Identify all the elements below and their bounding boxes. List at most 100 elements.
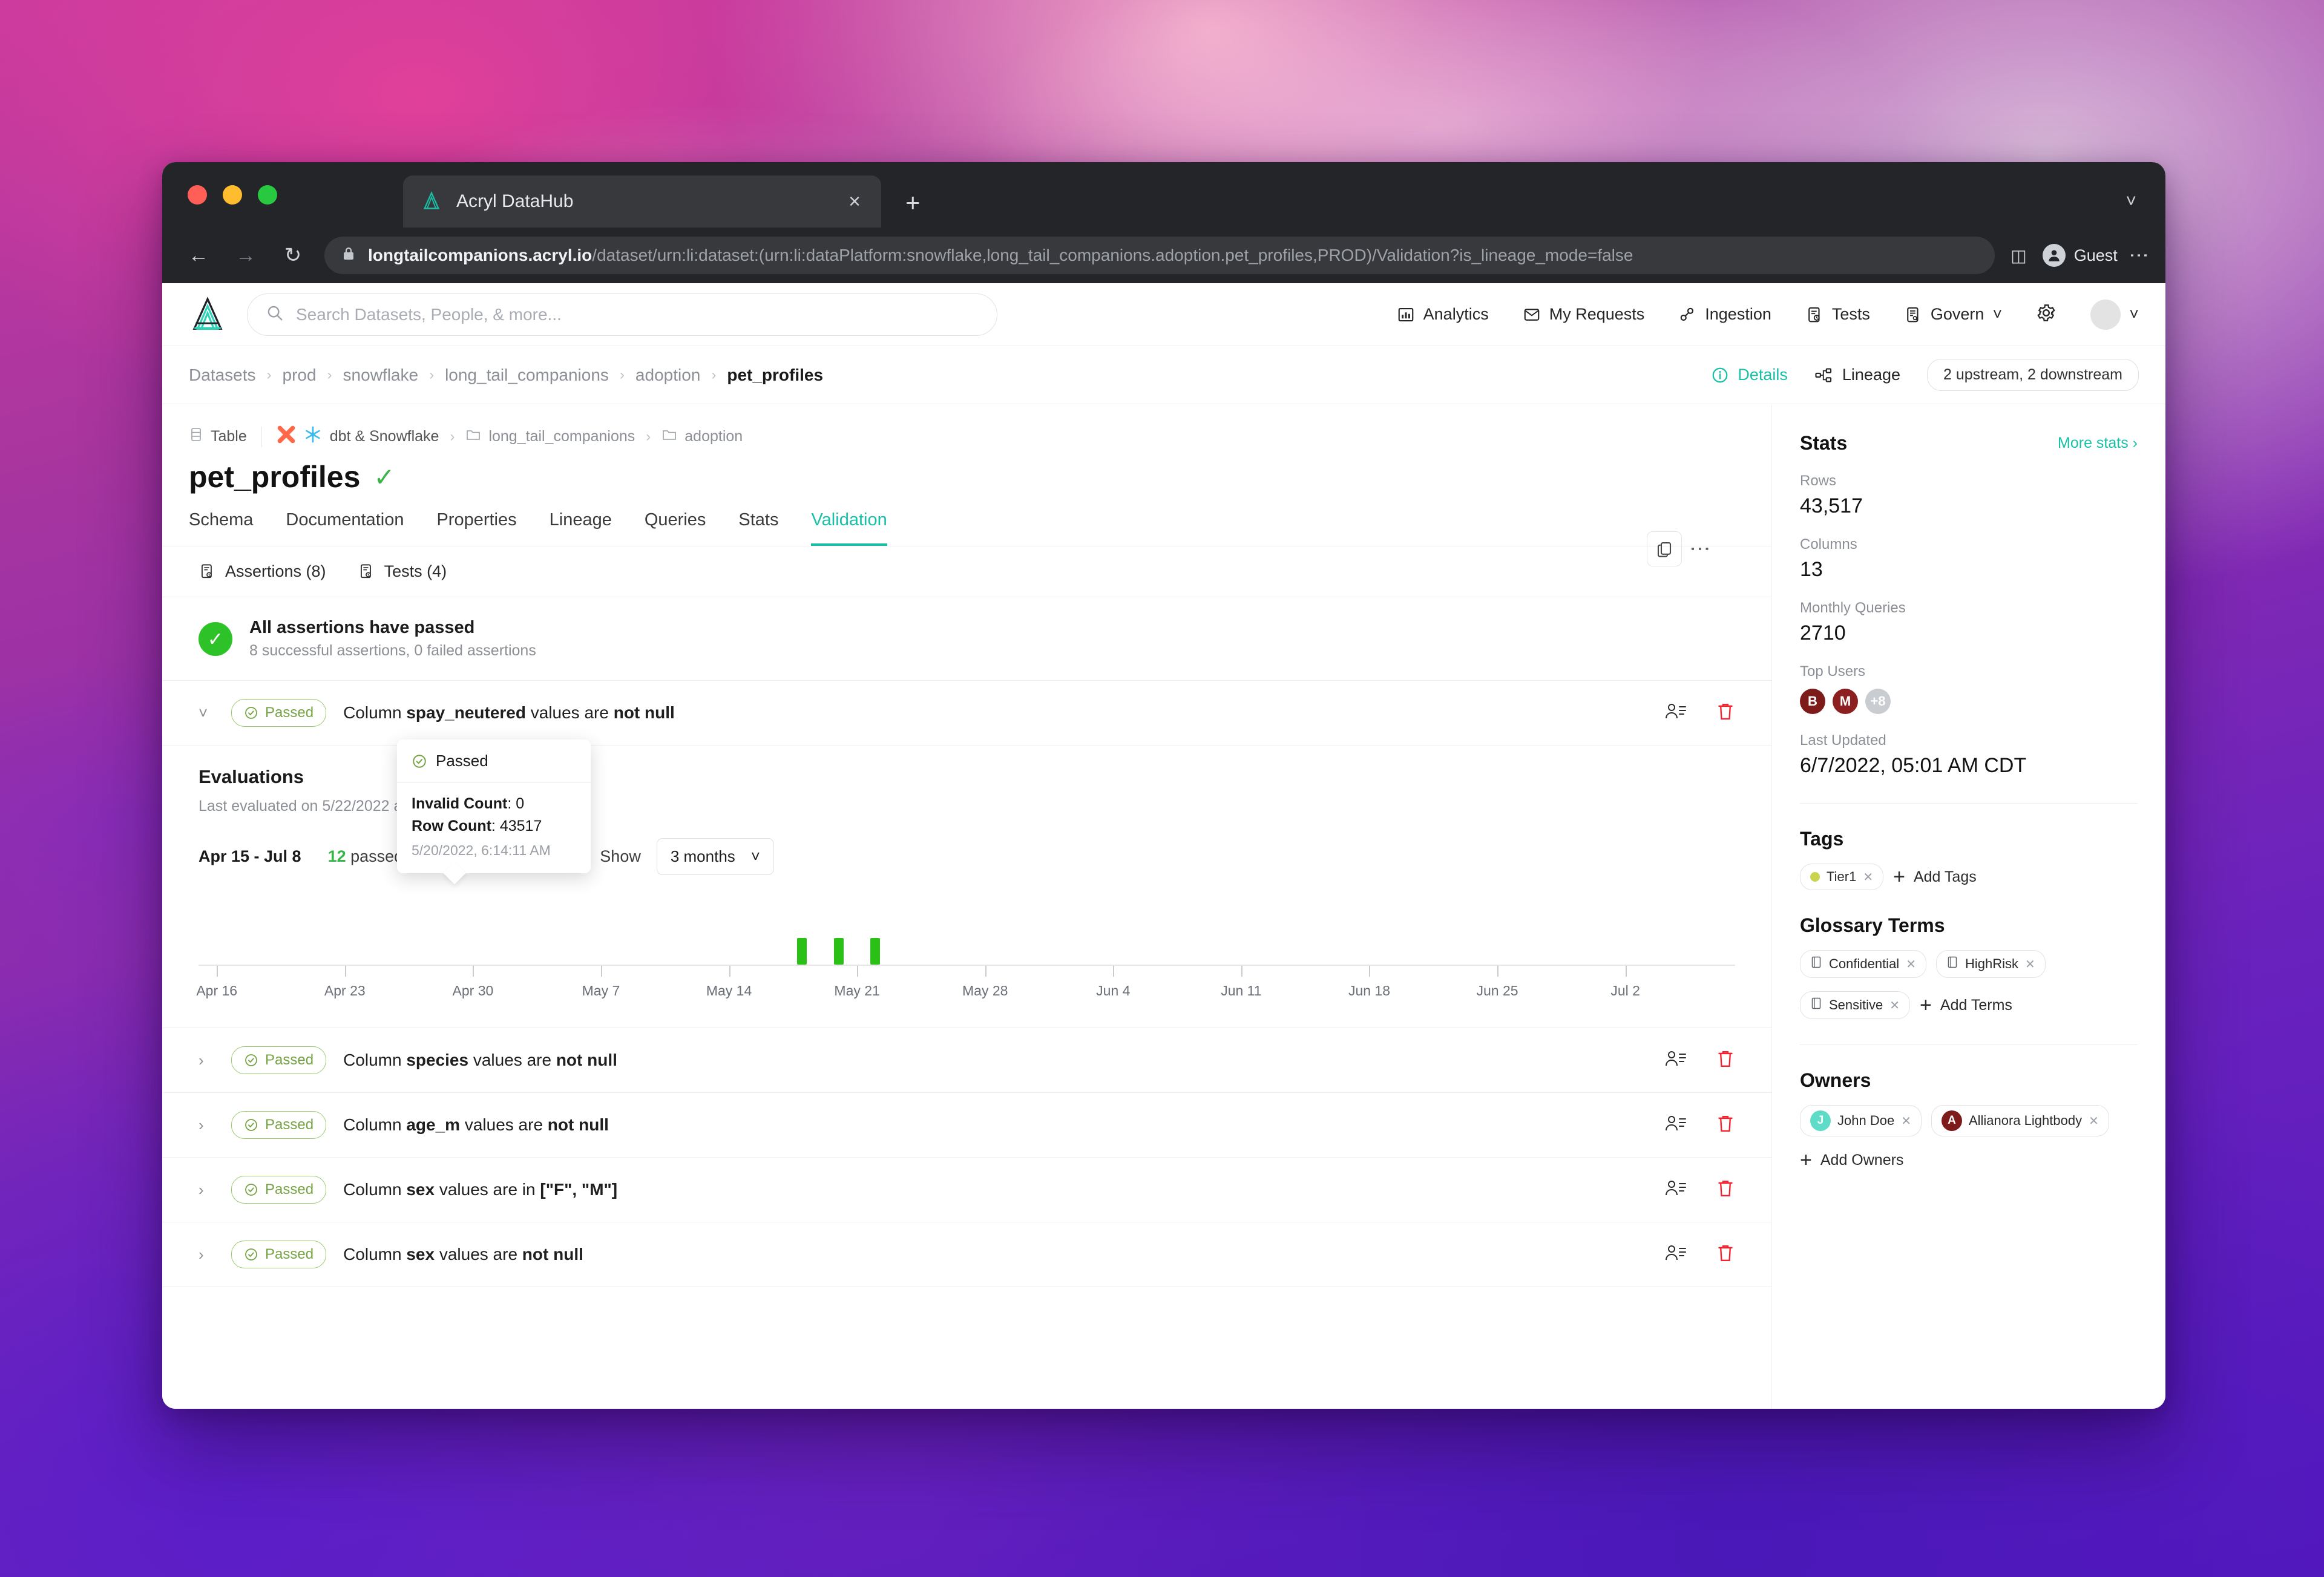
entity-container-2[interactable]: adoption (661, 427, 743, 446)
tab-validation[interactable]: Validation (811, 510, 887, 546)
tab-properties[interactable]: Properties (436, 510, 516, 546)
breadcrumb-item-snowflake[interactable]: snowflake (343, 366, 419, 385)
nav-item-govern[interactable]: Govern ˅ (1904, 305, 2002, 324)
forward-button[interactable]: → (230, 245, 261, 266)
timeline-tick-label: May 28 (962, 983, 1008, 998)
avatar[interactable]: B (1800, 689, 1825, 714)
lineage-view-button[interactable]: Lineage (1814, 366, 1900, 384)
term-chip[interactable]: HighRisk ✕ (1935, 950, 2046, 978)
remove-owner-icon[interactable]: ✕ (1901, 1113, 1911, 1129)
window-traffic-lights (188, 185, 277, 205)
table-row[interactable]: ˅ Passed Column spay_neutered values are… (162, 681, 1771, 746)
status-badge: Passed (231, 1241, 327, 1268)
maximize-window-button[interactable] (258, 185, 277, 205)
back-button[interactable]: ← (183, 245, 214, 266)
new-tab-button[interactable]: + (905, 190, 921, 215)
chevron-right-icon[interactable]: › (199, 1245, 214, 1264)
tag-chip[interactable]: Tier1 ✕ (1800, 864, 1884, 890)
reload-button[interactable]: ↻ (277, 245, 309, 266)
avatar-overflow[interactable]: +8 (1865, 689, 1891, 714)
table-row[interactable]: › Passed Column sex values are not null (162, 1222, 1771, 1287)
more-stats-link[interactable]: More stats › (2058, 434, 2138, 452)
breadcrumb-item-adoption[interactable]: adoption (635, 366, 700, 385)
range-select[interactable]: 3 months ˅ (656, 838, 774, 875)
tags-section: Tags Tier1 ✕ + Add Tags (1800, 828, 2138, 890)
avatar[interactable]: M (1833, 689, 1858, 714)
close-tab-icon[interactable]: × (844, 191, 865, 212)
remove-term-icon[interactable]: ✕ (1889, 998, 1900, 1013)
datahub-logo-icon[interactable] (189, 296, 226, 333)
run-assertion-icon[interactable] (1665, 1178, 1688, 1202)
owner-chip[interactable]: A Allianora Lightbody ✕ (1931, 1105, 2109, 1136)
remove-term-icon[interactable]: ✕ (2025, 957, 2035, 972)
term-chip[interactable]: Confidential ✕ (1800, 950, 1926, 978)
tab-queries[interactable]: Queries (645, 510, 706, 546)
tab-stats[interactable]: Stats (738, 510, 778, 546)
nav-item-ingestion[interactable]: Ingestion (1678, 305, 1771, 324)
entity-more-menu-icon[interactable]: ⋮ (1689, 539, 1712, 559)
delete-assertion-icon[interactable] (1716, 1113, 1735, 1137)
gear-icon[interactable] (2036, 303, 2056, 326)
delete-assertion-icon[interactable] (1716, 701, 1735, 725)
remove-owner-icon[interactable]: ✕ (2089, 1113, 2099, 1129)
subtab-tests[interactable]: Tests (4) (358, 562, 447, 581)
table-row[interactable]: › Passed Column species values are not n… (162, 1028, 1771, 1093)
chevron-right-icon[interactable]: › (199, 1116, 214, 1135)
nav-item-my-requests[interactable]: My Requests (1523, 305, 1645, 324)
assertion-mid: values are (468, 1051, 556, 1069)
table-row[interactable]: › Passed Column age_m values are not nul… (162, 1093, 1771, 1158)
table-row[interactable]: › Passed Column sex values are in ["F", … (162, 1158, 1771, 1222)
timeline-bar[interactable] (797, 938, 807, 965)
tab-lineage[interactable]: Lineage (550, 510, 612, 546)
timeline-bar[interactable] (833, 938, 844, 965)
entity-container-1[interactable]: long_tail_companions (465, 427, 635, 446)
add-owners-button[interactable]: + Add Owners (1800, 1150, 1903, 1170)
add-tags-button[interactable]: + Add Tags (1893, 867, 1977, 887)
user-avatar-menu[interactable]: ˅ (2090, 299, 2139, 330)
tab-schema[interactable]: Schema (189, 510, 253, 546)
subtab-assertions[interactable]: Assertions (8) (199, 562, 326, 581)
run-assertion-icon[interactable] (1665, 1243, 1688, 1267)
term-chip[interactable]: Sensitive ✕ (1800, 991, 1911, 1019)
delete-assertion-icon[interactable] (1716, 1049, 1735, 1072)
add-terms-button[interactable]: + Add Terms (1920, 995, 2012, 1015)
breadcrumb-item-prod[interactable]: prod (283, 366, 317, 385)
run-assertion-icon[interactable] (1665, 1113, 1688, 1137)
page-body: Table dbt & Snowflake › long_tail_compan… (162, 404, 2165, 1409)
minimize-window-button[interactable] (223, 185, 242, 205)
breadcrumb-item-long-tail-companions[interactable]: long_tail_companions (445, 366, 609, 385)
remove-term-icon[interactable]: ✕ (1906, 957, 1916, 972)
address-bar[interactable]: longtailcompanions.acryl.io/dataset/urn:… (324, 237, 1995, 274)
breadcrumb-item-pet-profiles[interactable]: pet_profiles (727, 366, 823, 385)
nav-item-tests[interactable]: Tests (1805, 305, 1870, 324)
breadcrumb-separator: › (266, 366, 272, 383)
run-assertion-icon[interactable] (1665, 1049, 1688, 1072)
profile-button[interactable]: Guest (2042, 244, 2118, 267)
nav-label: My Requests (1549, 305, 1645, 323)
chevron-down-icon[interactable]: ˅ (199, 704, 214, 723)
close-window-button[interactable] (188, 185, 207, 205)
chevron-right-icon[interactable]: › (199, 1051, 214, 1070)
nav-item-analytics[interactable]: Analytics (1397, 305, 1489, 324)
search-input[interactable]: Search Datasets, People, & more... (247, 293, 997, 336)
timeline-tick-label: May 14 (706, 983, 752, 998)
evaluations-timeline-chart[interactable]: Apr 16 Apr 23 Apr 30 May 7 May 14 May 21 May 2… (196, 897, 1735, 1012)
split-view-icon[interactable]: ◫ (2011, 246, 2026, 266)
delete-assertion-icon[interactable] (1716, 1178, 1735, 1202)
browser-menu-icon[interactable]: ⋮ (2129, 246, 2150, 265)
lineage-count-badge[interactable]: 2 upstream, 2 downstream (1927, 359, 2139, 391)
timeline-bar[interactable] (870, 938, 881, 965)
entity-meta: Table dbt & Snowflake › long_tail_compan… (189, 425, 1745, 448)
plus-icon: + (1800, 1149, 1812, 1172)
run-assertion-icon[interactable] (1665, 701, 1688, 725)
copy-urn-button[interactable] (1647, 531, 1682, 566)
chevron-down-icon[interactable]: ˅ (2125, 191, 2136, 212)
chevron-right-icon[interactable]: › (199, 1181, 214, 1199)
breadcrumb-item-datasets[interactable]: Datasets (189, 366, 256, 385)
tab-documentation[interactable]: Documentation (286, 510, 404, 546)
owner-chip[interactable]: J John Doe ✕ (1800, 1105, 1922, 1136)
details-view-button[interactable]: Details (1711, 366, 1788, 384)
browser-tab[interactable]: Acryl DataHub × (403, 175, 881, 228)
delete-assertion-icon[interactable] (1716, 1243, 1735, 1267)
remove-tag-icon[interactable]: ✕ (1863, 870, 1873, 885)
